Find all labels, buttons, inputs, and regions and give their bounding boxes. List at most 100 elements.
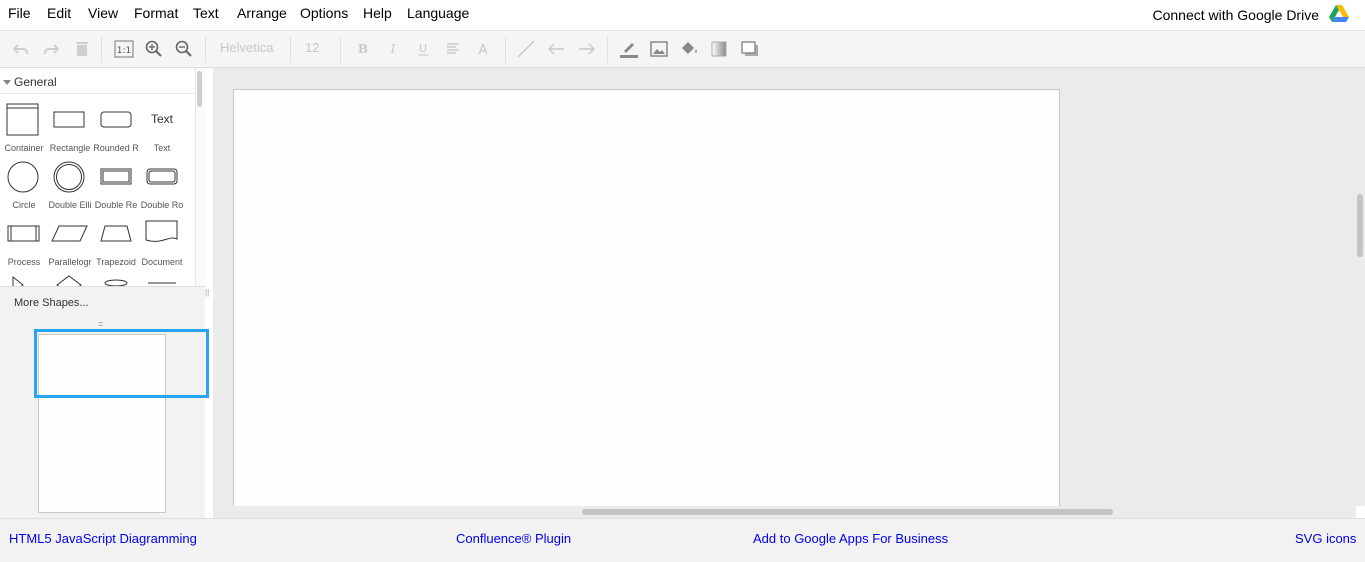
delete-icon[interactable] (70, 37, 94, 61)
shape-double-ellipse[interactable]: Double Elli (47, 159, 93, 215)
shape-rounded-rectangle[interactable]: Rounded R (93, 102, 139, 158)
double-ellipse-shape-icon (53, 161, 85, 193)
toolbar-separator (340, 37, 341, 63)
svg-text:1:1: 1:1 (117, 46, 131, 56)
footer: HTML5 JavaScript Diagramming Confluence®… (0, 518, 1365, 562)
palette-scrollbar[interactable] (196, 68, 205, 286)
straight-connector-icon[interactable] (514, 37, 538, 61)
sidebar: General Container Rectangle Rounded R Te… (0, 68, 209, 518)
menu-text[interactable]: Text (193, 0, 219, 28)
shape-circle[interactable]: Circle (1, 159, 47, 215)
shape-label: Rectangle (49, 143, 91, 153)
arrow-right-icon[interactable] (575, 37, 599, 61)
redo-icon[interactable] (39, 37, 63, 61)
image-icon[interactable] (647, 37, 671, 61)
shape-label: Double Elli (48, 200, 92, 210)
shape-parallelogram[interactable]: Parallelogr (47, 216, 93, 272)
bold-icon[interactable]: B (351, 37, 375, 61)
footer-link-html5-diagramming[interactable]: HTML5 JavaScript Diagramming (9, 531, 197, 546)
cylinder-shape-icon (104, 279, 128, 286)
shape-process[interactable]: Process (1, 216, 47, 272)
shape-label: Double Re (94, 200, 138, 210)
parallelogram-shape-icon (51, 225, 88, 242)
shape-cylinder[interactable] (93, 273, 139, 286)
canvas-horizontal-scrollbar[interactable] (213, 506, 1356, 518)
font-family-select[interactable]: Helvetica (220, 40, 273, 55)
toolbar-separator (290, 37, 291, 63)
palette-scroll-thumb[interactable] (197, 71, 202, 107)
italic-icon[interactable]: I (381, 37, 405, 61)
shape-container[interactable]: Container (1, 102, 47, 158)
shape-label: Trapezoid (96, 257, 136, 267)
text-shape-glyph: Text (150, 112, 173, 126)
triangle-shape-icon (12, 275, 24, 286)
menu-file[interactable]: File (8, 0, 31, 28)
menu-help[interactable]: Help (363, 0, 392, 28)
shape-rectangle[interactable]: Rectangle (47, 102, 93, 158)
zoom-out-icon[interactable] (172, 37, 196, 61)
double-rectangle-shape-icon (100, 168, 132, 185)
footer-link-google-apps[interactable]: Add to Google Apps For Business (753, 531, 948, 546)
panel-resize-grip[interactable]: = (98, 320, 103, 329)
shape-label: Parallelogr (48, 257, 92, 267)
shape-double-rectangle[interactable]: Double Re (93, 159, 139, 215)
shape-triangle[interactable] (1, 273, 47, 286)
rounded-rectangle-shape-icon (100, 111, 132, 128)
shape-label: Text (153, 143, 171, 153)
google-drive-icon[interactable] (1329, 5, 1349, 23)
font-color-icon[interactable]: A (471, 37, 495, 61)
shape-trapezoid[interactable]: Trapezoid (93, 216, 139, 272)
palette-general-header[interactable]: General (0, 72, 195, 94)
footer-link-svg-icons[interactable]: SVG icons (1295, 531, 1356, 546)
zoom-in-icon[interactable] (142, 37, 166, 61)
connect-google-drive-link[interactable]: Connect with Google Drive (1152, 0, 1319, 30)
container-shape-icon (6, 103, 39, 136)
svg-text:I: I (390, 42, 396, 56)
menu-language[interactable]: Language (407, 0, 469, 28)
sidebar-splitter[interactable]: || (205, 288, 209, 297)
shape-label: Process (7, 257, 41, 267)
outline-viewport-rect[interactable] (34, 329, 209, 398)
shape-label: Container (4, 143, 44, 153)
diagram-page[interactable] (233, 89, 1060, 506)
shape-hexagon[interactable] (139, 273, 185, 286)
shape-label: Circle (12, 200, 36, 210)
menu-arrange[interactable]: Arrange (237, 0, 287, 28)
actual-size-icon[interactable]: 1:1 (112, 37, 136, 61)
shape-double-rounded-rectangle[interactable]: Double Ro (139, 159, 185, 215)
canvas-vertical-scrollbar[interactable] (1356, 68, 1365, 506)
shadow-icon[interactable] (738, 37, 762, 61)
menu-options[interactable]: Options (300, 0, 348, 28)
fill-color-icon[interactable] (677, 37, 701, 61)
arrow-left-icon[interactable] (544, 37, 568, 61)
svg-text:A: A (479, 43, 488, 56)
gradient-icon[interactable] (707, 37, 731, 61)
menu-format[interactable]: Format (134, 0, 178, 28)
toolbar-separator (505, 37, 506, 63)
diagram-canvas[interactable] (213, 68, 1356, 506)
align-icon[interactable] (441, 37, 465, 61)
horizontal-scroll-thumb[interactable] (582, 509, 1113, 515)
shape-label: Double Ro (140, 200, 184, 210)
double-rounded-rectangle-shape-icon (146, 168, 178, 185)
shape-rhombus[interactable] (47, 273, 93, 286)
svg-text:U: U (419, 42, 427, 55)
svg-text:B: B (358, 42, 368, 56)
menu-edit[interactable]: Edit (47, 0, 71, 28)
shape-label: Rounded R (93, 143, 139, 153)
toolbar: 1:1 Helvetica 12 B I U A (0, 30, 1365, 68)
vertical-scroll-thumb[interactable] (1357, 194, 1363, 257)
circle-shape-icon (7, 161, 39, 193)
underline-icon[interactable]: U (411, 37, 435, 61)
shape-text[interactable]: Text Text (139, 102, 185, 158)
more-shapes-button[interactable]: More Shapes... (0, 286, 205, 320)
undo-icon[interactable] (9, 37, 33, 61)
outline-panel (0, 328, 209, 518)
palette-title: General (14, 75, 57, 89)
footer-link-confluence-plugin[interactable]: Confluence® Plugin (456, 531, 571, 546)
line-color-icon[interactable] (617, 37, 641, 61)
shape-document[interactable]: Document (139, 216, 185, 272)
shape-palette: General Container Rectangle Rounded R Te… (0, 68, 196, 286)
menu-view[interactable]: View (88, 0, 118, 28)
font-size-select[interactable]: 12 (305, 40, 319, 55)
